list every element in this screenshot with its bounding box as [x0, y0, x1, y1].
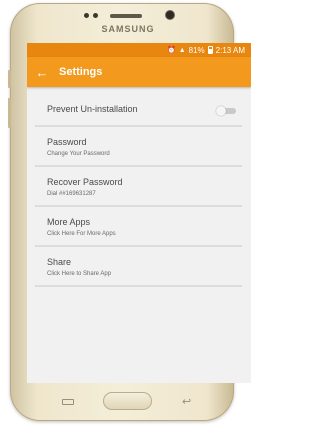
prevent-uninstall-toggle[interactable] [216, 106, 236, 116]
page-title: Settings [59, 66, 103, 78]
settings-list: Prevent Un-installation Password Change … [35, 94, 242, 287]
signal-icon: ▲ [178, 46, 186, 54]
arrow-left-icon[interactable]: ← [29, 57, 55, 87]
share-row[interactable]: Share Click Here to Share App [35, 247, 242, 287]
status-bar: ⏰ ▲ 81% 2:13 AM [27, 43, 251, 57]
recover-password-row[interactable]: Recover Password Dial ##169631287 [35, 167, 242, 207]
prevent-uninstall-label: Prevent Un-installation [47, 104, 138, 114]
more-apps-row[interactable]: More Apps Click Here For More Apps [35, 207, 242, 247]
list-item-subtitle: Click Here For More Apps [47, 231, 116, 237]
battery-percent: 81% [188, 45, 205, 55]
list-item-title: Share [47, 257, 72, 267]
alarm-icon: ⏰ [166, 46, 176, 54]
brand-logo: SAMSUNG [101, 24, 155, 34]
password-row[interactable]: Password Change Your Password [35, 127, 242, 167]
screen: ⏰ ▲ 81% 2:13 AM ← Settings Prevent Un-in… [27, 43, 251, 383]
battery-icon [207, 46, 213, 54]
list-item-title: Password [47, 137, 87, 147]
list-item-subtitle: Change Your Password [47, 151, 110, 157]
volume-up-button [8, 70, 11, 88]
volume-down-button [8, 98, 11, 128]
list-item-subtitle: Dial ##169631287 [47, 191, 96, 197]
list-item-title: More Apps [47, 217, 91, 227]
app-bar: ← Settings [27, 57, 251, 87]
prevent-uninstall-row[interactable]: Prevent Un-installation [35, 94, 242, 127]
recent-apps-key[interactable] [62, 399, 74, 405]
front-camera [166, 11, 174, 19]
back-key-icon[interactable]: ↩ [182, 395, 191, 408]
earpiece-speaker [110, 14, 142, 18]
list-item-title: Recover Password [47, 177, 123, 187]
proximity-sensor [84, 13, 89, 18]
home-button[interactable] [103, 392, 152, 410]
light-sensor [93, 13, 98, 18]
list-item-subtitle: Click Here to Share App [47, 271, 112, 277]
clock: 2:13 AM [215, 45, 245, 55]
toggle-thumb [216, 106, 226, 116]
